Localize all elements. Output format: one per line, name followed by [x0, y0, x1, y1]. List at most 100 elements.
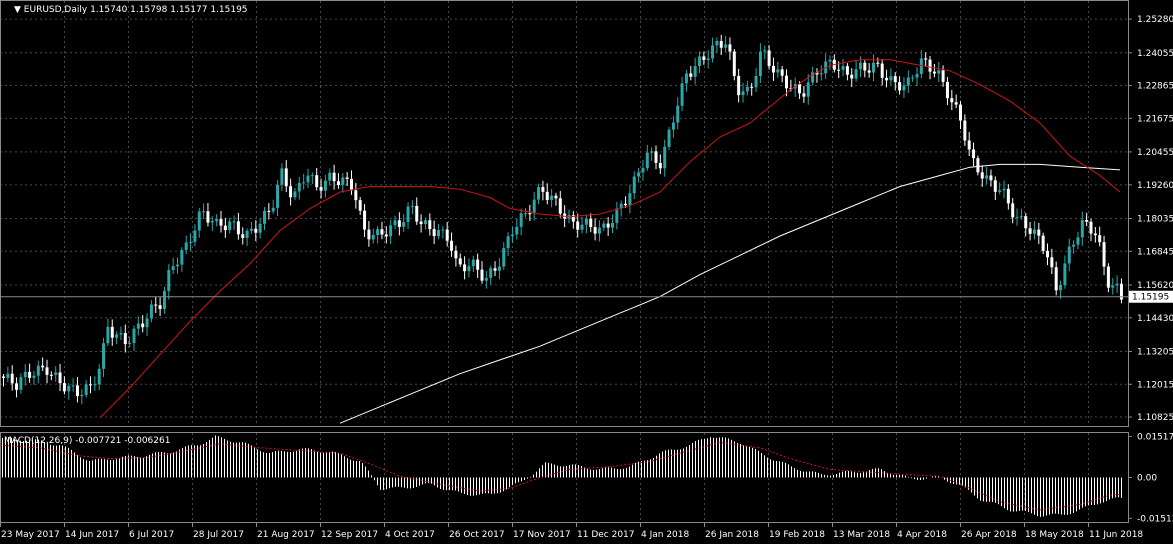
- candle-bear: [493, 268, 497, 271]
- candle-bull: [758, 51, 762, 77]
- candle-bull: [1002, 188, 1006, 191]
- candle-bull: [271, 207, 275, 212]
- candle-bear: [941, 70, 945, 82]
- time-tick-label: 21 Aug 2017: [257, 530, 315, 540]
- candle-bull: [484, 277, 488, 281]
- candle-bull: [23, 371, 27, 378]
- candle-bull: [506, 236, 510, 249]
- candle-bull: [410, 205, 414, 207]
- candle-bear: [141, 323, 145, 328]
- candle-bear: [123, 333, 127, 345]
- candle-bear: [719, 40, 723, 48]
- current-price-label: 1.15195: [1132, 293, 1169, 303]
- candle-bull: [602, 223, 606, 228]
- time-tick-label: 23 May 2017: [1, 530, 60, 540]
- candle-bear: [354, 190, 358, 201]
- candle-bear: [445, 229, 449, 241]
- candle-bull: [693, 65, 697, 77]
- time-tick-label: 6 Jul 2017: [129, 530, 174, 540]
- chart-window[interactable]: ▼ EURUSD,Daily 1.15740 1.15798 1.15177 1…: [0, 0, 1173, 544]
- candle-bear: [785, 75, 788, 89]
- candle-bear: [1041, 235, 1045, 251]
- candle-bull: [297, 183, 301, 192]
- candle-bull: [263, 210, 266, 224]
- candle-bear: [332, 172, 336, 182]
- candle-bear: [1006, 188, 1010, 204]
- candle-bull: [937, 70, 941, 74]
- candle-bear: [419, 221, 423, 225]
- candle-bear: [1028, 228, 1032, 234]
- time-tick-label: 17 Nov 2017: [513, 530, 571, 540]
- candle-bull: [293, 191, 297, 198]
- candle-bear: [689, 73, 693, 77]
- candle-bull: [684, 73, 688, 84]
- candle-bull: [67, 385, 71, 392]
- candle-bear: [850, 74, 854, 79]
- price-tick-label: 1.14430: [1137, 314, 1173, 324]
- candle-bear: [954, 102, 958, 105]
- candle-bull: [115, 334, 119, 338]
- candle-bear: [867, 70, 871, 73]
- candle-bear: [480, 269, 484, 281]
- candle-bull: [611, 222, 614, 228]
- candle-bull: [706, 58, 710, 60]
- candle-bull: [32, 375, 36, 378]
- candle-bear: [319, 187, 323, 191]
- candle-bull: [1067, 246, 1071, 264]
- candle-bull: [1063, 263, 1067, 286]
- candle-bull: [711, 45, 715, 59]
- time-tick-label: 14 Jun 2017: [65, 530, 119, 540]
- chart-background: [0, 0, 1173, 544]
- candle-bear: [976, 158, 980, 173]
- candle-bear: [89, 384, 92, 386]
- candle-bull: [6, 373, 10, 378]
- candle-bull: [872, 62, 875, 73]
- candle-bull: [745, 86, 749, 92]
- candle-bear: [750, 86, 754, 88]
- candle-bull: [632, 176, 636, 194]
- candle-bull: [136, 323, 140, 329]
- candle-bear: [959, 104, 962, 121]
- candle-bull: [911, 77, 915, 79]
- candle-bear: [845, 66, 849, 75]
- candle-bull: [36, 365, 40, 376]
- candle-bull: [197, 211, 201, 231]
- candle-bull: [376, 229, 380, 235]
- candle-bear: [367, 229, 371, 240]
- candle-bull: [106, 326, 110, 344]
- candle-bear: [1050, 257, 1054, 268]
- candle-bear: [950, 98, 954, 103]
- candle-bull: [489, 268, 493, 278]
- candle-bull: [858, 62, 862, 70]
- candle-bull: [641, 168, 645, 173]
- candle-bull: [806, 82, 810, 97]
- candle-bear: [254, 228, 258, 233]
- time-tick-label: 11 Dec 2017: [577, 530, 635, 540]
- candle-bear: [315, 175, 319, 188]
- time-tick-label: 4 Jan 2018: [641, 530, 689, 540]
- time-tick-label: 19 Feb 2018: [769, 530, 825, 540]
- candle-bull: [245, 230, 249, 238]
- candle-bull: [423, 220, 427, 225]
- candle-bear: [219, 219, 223, 226]
- candle-bear: [158, 305, 162, 309]
- candle-bear: [885, 77, 889, 81]
- time-tick-label: 28 Jul 2017: [193, 530, 244, 540]
- symbol-header: ▼ EURUSD,Daily 1.15740 1.15798 1.15177 1…: [14, 5, 248, 15]
- candle-bull: [819, 73, 823, 75]
- candle-bear: [989, 175, 993, 181]
- candle-bear: [345, 177, 349, 179]
- candle-bull: [402, 222, 406, 227]
- candle-bear: [893, 76, 897, 82]
- candle-bull: [1076, 237, 1080, 245]
- candle-bear: [1054, 267, 1058, 291]
- candle-bull: [258, 223, 262, 233]
- candle-bull: [393, 220, 397, 226]
- candle-bull: [515, 226, 519, 235]
- candle-bear: [223, 225, 227, 231]
- candle-bear: [1046, 250, 1049, 258]
- candle-bear: [1037, 229, 1041, 236]
- candle-bull: [519, 213, 523, 227]
- candle-bull: [167, 269, 171, 291]
- candle-bear: [863, 62, 867, 71]
